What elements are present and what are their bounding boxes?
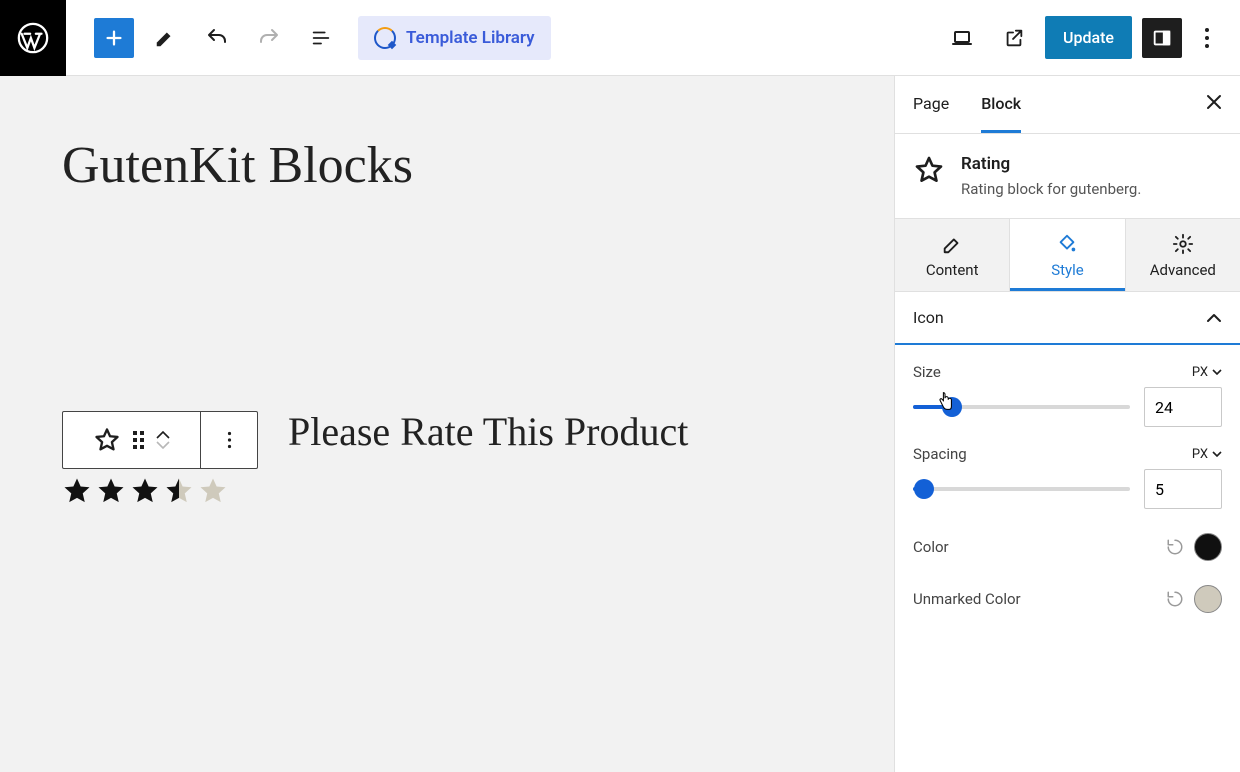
- spacing-row-header: Spacing PX: [913, 445, 1222, 463]
- reset-icon[interactable]: [1166, 590, 1184, 608]
- spacing-input[interactable]: 5: [1144, 469, 1222, 509]
- topbar-right: Update: [941, 16, 1240, 59]
- sub-tab-advanced-label: Advanced: [1150, 261, 1216, 279]
- update-button[interactable]: Update: [1045, 16, 1132, 59]
- color-row: Color: [913, 533, 1222, 561]
- sub-tab-style-label: Style: [1051, 261, 1084, 279]
- star-icon: [62, 476, 92, 506]
- reset-icon[interactable]: [1166, 538, 1184, 556]
- block-desc: Rating block for gutenberg.: [961, 180, 1141, 198]
- move-down-icon[interactable]: [156, 441, 170, 449]
- chevron-up-icon: [1206, 313, 1222, 323]
- pencil-icon: [154, 27, 176, 49]
- external-link-icon: [1003, 27, 1025, 49]
- size-label: Size: [913, 363, 941, 381]
- sub-tab-content[interactable]: Content: [895, 219, 1010, 291]
- rating-block-icon: [913, 154, 945, 186]
- rating-stars[interactable]: [62, 476, 228, 506]
- more-options-button[interactable]: [1192, 18, 1222, 58]
- update-label: Update: [1063, 28, 1114, 47]
- spacing-slider[interactable]: [913, 479, 1130, 499]
- plus-icon: [103, 27, 125, 49]
- laptop-icon: [950, 26, 974, 50]
- redo-icon: [257, 26, 281, 50]
- panel-section-icon[interactable]: Icon: [895, 292, 1240, 345]
- chevron-down-icon: [1212, 451, 1222, 457]
- size-unit-dropdown[interactable]: PX: [1192, 365, 1222, 380]
- pencil-icon: [941, 233, 963, 255]
- sub-tab-content-label: Content: [926, 261, 979, 279]
- template-library-button[interactable]: Template Library: [358, 16, 551, 60]
- block-toolbar-main: [63, 412, 201, 468]
- spacing-unit-dropdown[interactable]: PX: [1192, 447, 1222, 462]
- size-row-header: Size PX: [913, 363, 1222, 381]
- unmarked-color-row: Unmarked Color: [913, 585, 1222, 613]
- template-library-icon: [374, 27, 396, 49]
- rating-heading[interactable]: Please Rate This Product: [288, 408, 688, 455]
- drag-handle-icon[interactable]: [133, 431, 144, 449]
- editor-topbar: Template Library Update: [0, 0, 1240, 76]
- block-type-icon[interactable]: [93, 426, 121, 454]
- editor-main: GutenKit Blocks Please Rate This Product: [0, 76, 1240, 772]
- star-half-icon: [164, 476, 194, 506]
- page-title[interactable]: GutenKit Blocks: [62, 136, 894, 195]
- panel-section-label: Icon: [913, 308, 944, 327]
- block-header: Rating Rating block for gutenberg.: [895, 134, 1240, 219]
- size-slider[interactable]: [913, 397, 1130, 417]
- unmarked-color-swatch[interactable]: [1194, 585, 1222, 613]
- redo-button[interactable]: [248, 17, 290, 59]
- tab-block[interactable]: Block: [981, 76, 1021, 133]
- kebab-icon: [227, 431, 232, 449]
- star-empty-icon: [198, 476, 228, 506]
- undo-button[interactable]: [196, 17, 238, 59]
- sidebar-tabs: Page Block: [895, 76, 1240, 134]
- block-toolbar: [62, 411, 258, 469]
- size-row-main: 24: [913, 387, 1222, 427]
- kebab-icon: [1204, 27, 1210, 49]
- template-library-label: Template Library: [406, 28, 535, 48]
- add-block-button[interactable]: [94, 18, 134, 58]
- panel-body: Size PX 24 Spacing: [895, 345, 1240, 627]
- wp-logo[interactable]: [0, 0, 66, 76]
- gear-icon: [1172, 233, 1194, 255]
- topbar-left: Template Library: [66, 16, 551, 60]
- star-icon: [96, 476, 126, 506]
- block-more-button[interactable]: [201, 412, 257, 468]
- tab-page[interactable]: Page: [913, 76, 949, 133]
- panel-icon: [1151, 27, 1173, 49]
- device-preview-button[interactable]: [941, 17, 983, 59]
- color-swatch[interactable]: [1194, 533, 1222, 561]
- undo-icon: [205, 26, 229, 50]
- edit-tool[interactable]: [144, 17, 186, 59]
- size-input[interactable]: 24: [1144, 387, 1222, 427]
- sub-tab-style[interactable]: Style: [1010, 219, 1125, 291]
- chevron-down-icon: [1212, 369, 1222, 375]
- spacing-row-main: 5: [913, 469, 1222, 509]
- close-sidebar-button[interactable]: [1206, 94, 1222, 115]
- sub-tab-advanced[interactable]: Advanced: [1126, 219, 1240, 291]
- paint-icon: [1056, 233, 1078, 255]
- list-view-icon: [310, 27, 332, 49]
- spacing-label: Spacing: [913, 445, 967, 463]
- color-label: Color: [913, 538, 949, 556]
- block-sub-tabs: Content Style Advanced: [895, 219, 1240, 292]
- view-page-button[interactable]: [993, 17, 1035, 59]
- settings-panel-toggle[interactable]: [1142, 18, 1182, 58]
- move-up-icon[interactable]: [156, 431, 170, 439]
- settings-sidebar: Page Block Rating Rating block for guten…: [894, 76, 1240, 772]
- unmarked-color-label: Unmarked Color: [913, 590, 1021, 608]
- block-name: Rating: [961, 154, 1141, 174]
- move-arrows[interactable]: [156, 431, 170, 449]
- editor-canvas[interactable]: GutenKit Blocks Please Rate This Product: [0, 76, 894, 772]
- star-icon: [130, 476, 160, 506]
- list-view-button[interactable]: [300, 17, 342, 59]
- close-icon: [1206, 94, 1222, 110]
- wordpress-icon: [16, 21, 50, 55]
